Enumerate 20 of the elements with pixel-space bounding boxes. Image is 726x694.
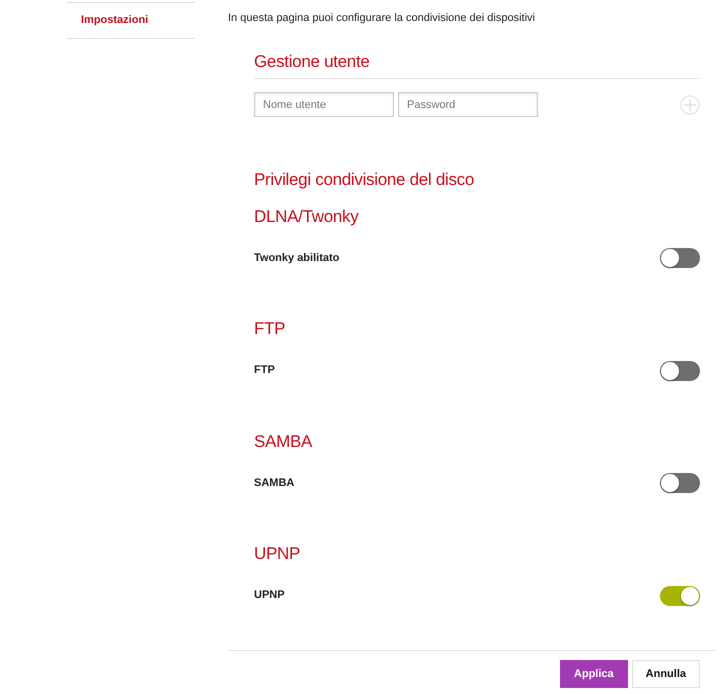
toggle-switch[interactable] <box>660 473 700 493</box>
apply-button[interactable]: Applica <box>560 660 628 688</box>
username-field[interactable]: Nome utente <box>254 92 394 117</box>
toggle-switch[interactable] <box>660 248 700 268</box>
cancel-button[interactable]: Annulla <box>632 660 700 688</box>
toggle-label: FTP <box>254 363 275 378</box>
toggle-switch[interactable] <box>660 360 700 380</box>
toggle-label: SAMBA <box>254 476 294 491</box>
sidebar-item[interactable]: Impostazioni <box>67 2 195 38</box>
password-field[interactable]: Password <box>398 92 538 117</box>
section-heading: SAMBA <box>254 430 314 452</box>
section-heading: UPNP <box>254 543 302 565</box>
section-heading: FTP <box>254 318 286 340</box>
toggle-label: UPNP <box>254 588 285 604</box>
section-heading: DLNA/Twonky <box>254 206 360 228</box>
section-heading: Gestione utente <box>254 50 371 72</box>
toggle-label: Twonky abilitato <box>254 250 340 266</box>
section-heading: Privilegi condivisione del disco <box>254 169 476 191</box>
toggle-switch[interactable] <box>660 586 700 606</box>
intro-text: In questa pagina puoi configurare la condivisione dei dispositivi <box>228 11 536 26</box>
